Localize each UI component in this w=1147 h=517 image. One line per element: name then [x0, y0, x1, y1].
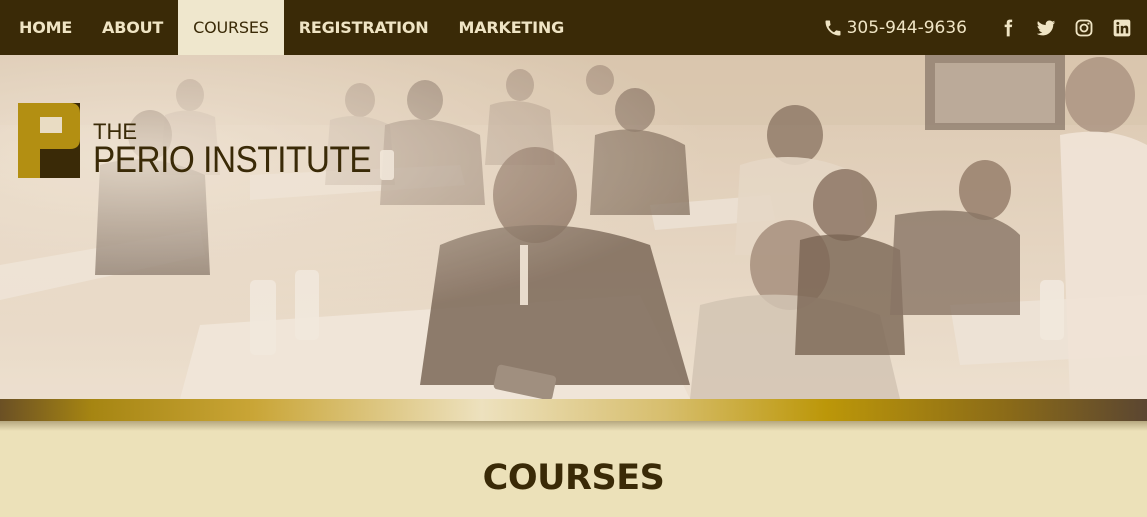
twitter-icon[interactable] [1035, 17, 1057, 39]
brand-logo[interactable]: THE PERIO INSTITUTE [18, 103, 378, 183]
logo-line-name: PERIO INSTITUTE [93, 139, 372, 180]
gold-divider-strip [0, 399, 1147, 421]
nav-item-marketing[interactable]: MARKETING [443, 0, 579, 55]
facebook-icon[interactable] [997, 17, 1019, 39]
nav-item-registration[interactable]: REGISTRATION [284, 0, 444, 55]
linkedin-icon[interactable] [1111, 17, 1133, 39]
top-navigation-bar: HOME ABOUT COURSES REGISTRATION MARKETIN… [0, 0, 1147, 55]
hero-banner: THE PERIO INSTITUTE [0, 55, 1147, 399]
contact-social-group: 305-944-9636 [823, 0, 1147, 55]
nav-item-courses[interactable]: COURSES [178, 0, 284, 55]
phone-number: 305-944-9636 [846, 17, 967, 38]
phone-icon [825, 20, 841, 35]
page-title: COURSES [482, 458, 665, 498]
nav-item-about[interactable]: ABOUT [87, 0, 178, 55]
main-menu: HOME ABOUT COURSES REGISTRATION MARKETIN… [0, 0, 579, 55]
phone-link[interactable]: 305-944-9636 [823, 18, 967, 38]
divider-shadow [0, 421, 1147, 431]
logo-mark-icon [18, 103, 80, 178]
nav-item-home[interactable]: HOME [4, 0, 87, 55]
instagram-icon[interactable] [1073, 17, 1095, 39]
